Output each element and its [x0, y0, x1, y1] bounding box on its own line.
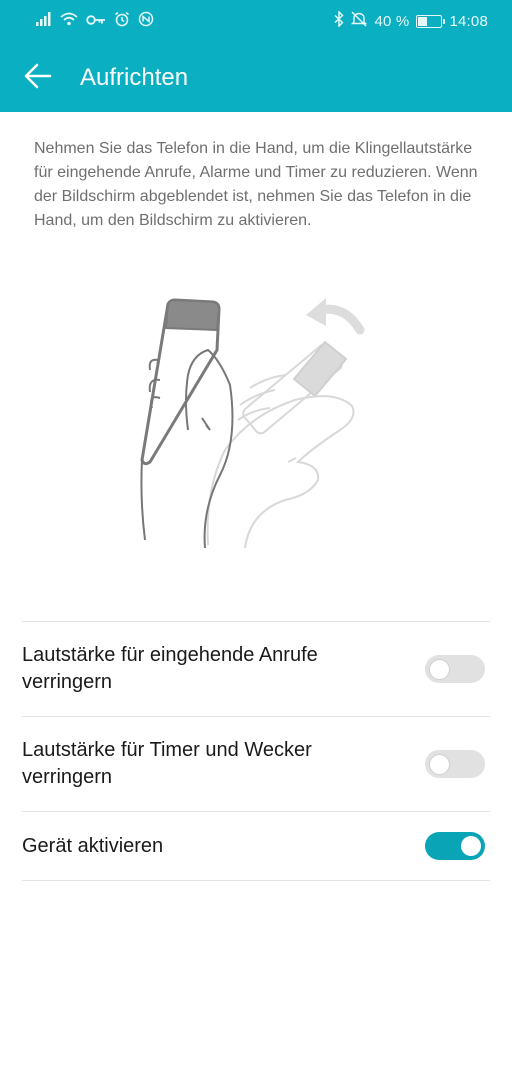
setting-row-incoming-calls[interactable]: Lautstärke für eingehende Anrufe verring…	[22, 622, 490, 716]
clock: 14:08	[449, 12, 488, 30]
back-button[interactable]	[16, 56, 60, 100]
toolbar: Aufrichten	[0, 42, 512, 112]
bluetooth-icon	[334, 10, 345, 31]
signal-icon	[36, 12, 52, 30]
alarm-icon	[114, 11, 130, 31]
pick-up-phone-illustration	[120, 290, 400, 560]
battery-percent: 40 %	[374, 12, 410, 30]
app-header: 40 % 14:08 Aufrichten	[0, 0, 512, 112]
setting-row-timer-alarm[interactable]: Lautstärke für Timer und Wecker verringe…	[22, 717, 490, 811]
setting-label-timer-alarm: Lautstärke für Timer und Wecker verringe…	[22, 739, 312, 788]
toggle-incoming-calls[interactable]	[425, 655, 485, 683]
back-arrow-icon	[24, 63, 52, 94]
status-icons-left	[36, 11, 154, 31]
settings-list: Lautstärke für eingehende Anrufe verring…	[22, 621, 490, 881]
toggle-knob	[461, 836, 481, 856]
feature-description: Nehmen Sie das Telefon in die Hand, um d…	[34, 140, 478, 229]
toggle-timer-alarm[interactable]	[425, 750, 485, 778]
hand-holding-phone-icon	[140, 298, 234, 549]
page-title: Aufrichten	[80, 64, 189, 91]
vpn-key-icon	[86, 13, 106, 30]
status-icons-right: 40 % 14:08	[334, 10, 488, 31]
mute-icon	[351, 11, 368, 31]
status-bar: 40 % 14:08	[0, 0, 512, 42]
battery-icon	[416, 14, 446, 28]
setting-label-incoming-calls: Lautstärke für eingehende Anrufe verring…	[22, 644, 318, 693]
wifi-icon	[60, 12, 78, 30]
setting-label-wake-device: Gerät aktivieren	[22, 834, 164, 857]
setting-row-wake-device[interactable]: Gerät aktivieren	[22, 812, 490, 880]
toggle-knob	[429, 753, 450, 775]
toggle-wake-device[interactable]	[425, 832, 485, 860]
divider	[22, 880, 490, 881]
nfc-icon	[138, 11, 154, 31]
toggle-knob	[429, 658, 450, 680]
